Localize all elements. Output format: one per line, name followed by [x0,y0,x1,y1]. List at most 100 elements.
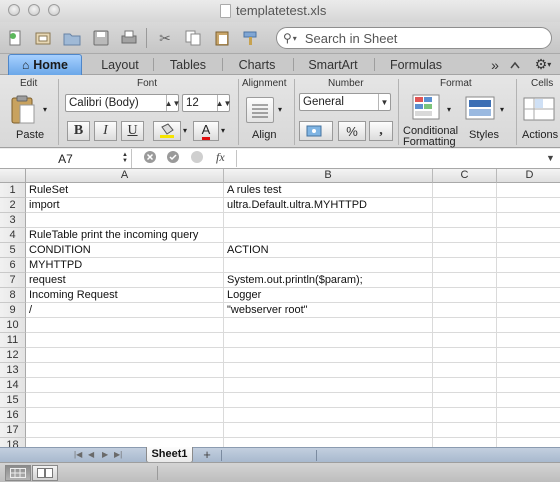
font-name-select[interactable]: Calibri (Body) ▲▼ [65,94,180,112]
row-header[interactable]: 6 [0,258,26,273]
cell-b[interactable]: A rules test [224,183,433,197]
cell-d[interactable] [497,348,560,362]
cell-d[interactable] [497,243,560,257]
tab-smartart[interactable]: SmartArt [297,54,369,75]
cell-c[interactable] [433,303,497,317]
row-header[interactable]: 12 [0,348,26,363]
cell-c[interactable] [433,243,497,257]
chevron-down-icon[interactable]: ▼ [546,153,555,163]
fx-icon[interactable]: fx [216,150,225,165]
tab-formulas[interactable]: Formulas [378,54,454,75]
cell-b[interactable] [224,228,433,242]
row-header[interactable]: 16 [0,408,26,423]
cut-icon[interactable]: ✂ [155,28,175,48]
previous-sheet-icon[interactable]: ◀ [88,450,94,459]
close-window-button[interactable] [8,4,20,16]
cell-b[interactable]: ACTION [224,243,433,257]
row-header[interactable]: 15 [0,393,26,408]
chevron-down-icon[interactable]: ▾ [221,126,225,135]
chevron-down-icon[interactable]: ▾ [183,126,187,135]
select-all-corner[interactable] [0,169,26,183]
first-sheet-icon[interactable]: |◀ [74,450,82,459]
paste-label[interactable]: Paste [16,129,44,141]
cell-a[interactable]: / [26,303,224,317]
comma-style-button[interactable]: , [369,121,393,141]
print-icon[interactable] [119,28,139,48]
tab-layout[interactable]: Layout [88,54,152,75]
row-header[interactable]: 10 [0,318,26,333]
cell-c[interactable] [433,228,497,242]
styles-label[interactable]: Styles [469,129,499,141]
cell-b[interactable] [224,258,433,272]
cell-b[interactable]: ultra.Default.ultra.MYHTTPD [224,198,433,212]
underline-button[interactable]: U [121,121,144,141]
cell-d[interactable] [497,393,560,407]
minimize-window-button[interactable] [28,4,40,16]
cell-b[interactable] [224,348,433,362]
cell-a[interactable]: import [26,198,224,212]
format-painter-icon[interactable] [241,28,261,48]
tab-tables[interactable]: Tables [157,54,219,75]
cell-c[interactable] [433,423,497,437]
cell-c[interactable] [433,258,497,272]
paste-large-icon[interactable] [10,95,36,125]
italic-button[interactable]: I [94,121,117,141]
cell-d[interactable] [497,213,560,227]
cell-d[interactable] [497,228,560,242]
save-icon[interactable] [91,28,111,48]
tab-home[interactable]: ⌂ Home [8,54,82,75]
cell-a[interactable] [26,408,224,422]
cell-b[interactable] [224,408,433,422]
cell-d[interactable] [497,198,560,212]
cell-b[interactable] [224,213,433,227]
cell-b[interactable] [224,393,433,407]
search-in-sheet[interactable]: ⚲ ▾ Search in Sheet [276,27,552,49]
sheet-tab-sheet1[interactable]: Sheet1 [146,447,193,463]
font-color-button[interactable]: A [193,121,219,141]
cell-a[interactable]: RuleSet [26,183,224,197]
cell-c[interactable] [433,438,497,447]
cell-b[interactable] [224,318,433,332]
cell-c[interactable] [433,318,497,332]
row-header[interactable]: 2 [0,198,26,213]
cell-a[interactable] [26,333,224,347]
row-header[interactable]: 17 [0,423,26,438]
row-header[interactable]: 11 [0,333,26,348]
row-header[interactable]: 14 [0,378,26,393]
cell-d[interactable] [497,273,560,287]
column-header-d[interactable]: D [497,169,560,183]
more-tabs-icon[interactable]: » [486,54,504,75]
enter-icon[interactable] [166,150,180,167]
new-document-icon[interactable] [5,28,25,48]
cell-d[interactable] [497,363,560,377]
cell-actions-icon[interactable] [522,95,556,123]
last-sheet-icon[interactable]: ▶| [114,450,122,459]
cell-c[interactable] [433,393,497,407]
cell-d[interactable] [497,378,560,392]
cell-b[interactable] [224,363,433,377]
chevron-down-icon[interactable]: ▾ [447,105,451,114]
cell-d[interactable] [497,318,560,332]
cell-b[interactable]: "webserver root" [224,303,433,317]
row-header[interactable]: 1 [0,183,26,198]
cell-a[interactable] [26,423,224,437]
page-layout-view-button[interactable] [32,465,58,481]
cell-c[interactable] [433,213,497,227]
highlight-button[interactable] [153,121,181,141]
column-header-c[interactable]: C [433,169,497,183]
row-header[interactable]: 18 [0,438,26,447]
cell-c[interactable] [433,348,497,362]
align-lines-icon[interactable] [246,97,274,123]
cell-c[interactable] [433,288,497,302]
cell-d[interactable] [497,438,560,447]
conditional-formatting-icon[interactable] [411,93,445,123]
cell-c[interactable] [433,183,497,197]
cell-a[interactable] [26,378,224,392]
cell-d[interactable] [497,183,560,197]
cell-c[interactable] [433,363,497,377]
cell-d[interactable] [497,303,560,317]
cell-a[interactable]: RuleTable print the incoming query [26,228,224,242]
cell-b[interactable] [224,378,433,392]
cell-d[interactable] [497,333,560,347]
normal-view-button[interactable] [5,465,31,481]
